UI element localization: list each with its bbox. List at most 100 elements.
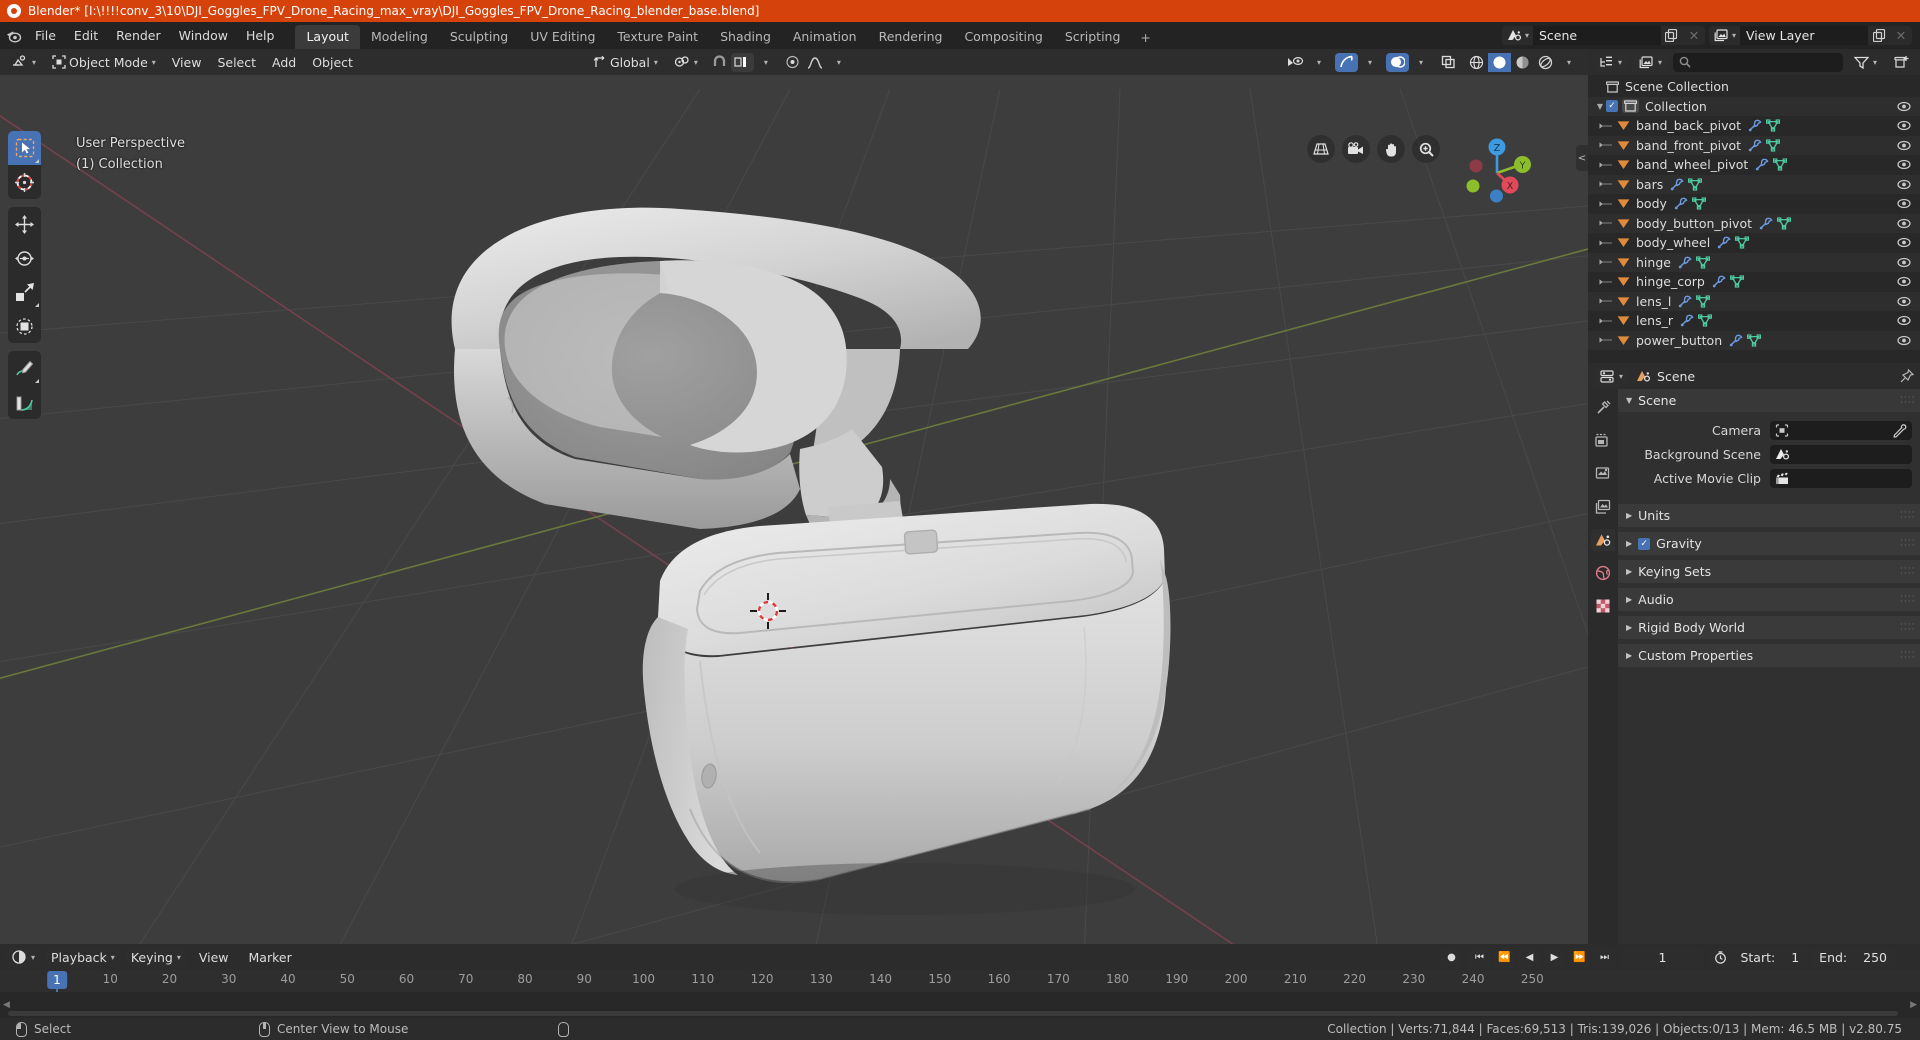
background-scene-field[interactable]	[1770, 445, 1912, 464]
blender-menu-icon[interactable]	[0, 22, 26, 49]
outliner-row-object[interactable]: power_button	[1588, 330, 1920, 350]
view-layer-selector[interactable]: ▾ View Layer ✕	[1708, 26, 1912, 45]
mesh-data-icon[interactable]	[1766, 139, 1781, 152]
outliner-row-object[interactable]: lens_r	[1588, 311, 1920, 331]
play-button[interactable]: ▶	[1543, 947, 1566, 967]
outliner-editor-type-selector[interactable]: ▾	[1593, 52, 1629, 72]
jump-to-end-button[interactable]: ⏭	[1593, 947, 1616, 967]
scroll-left-arrow[interactable]: ◀	[3, 1000, 10, 1010]
move-tool[interactable]	[8, 207, 41, 241]
3d-viewport[interactable]: ▾ Object Mode ▾ View Select Add Object G…	[0, 49, 1588, 944]
modifier-icon[interactable]	[1748, 139, 1762, 152]
modifier-icon[interactable]	[1670, 178, 1684, 191]
overlays-group[interactable]: ▾	[1386, 52, 1432, 72]
scale-tool[interactable]	[8, 275, 41, 309]
timeline-playhead[interactable]: 1	[47, 971, 67, 989]
outliner-display-mode-selector[interactable]: ▾	[1633, 52, 1669, 72]
tweak-select-tool[interactable]	[8, 131, 41, 165]
outliner-row-object[interactable]: body_button_pivot	[1588, 213, 1920, 233]
outliner-row-object[interactable]: body_wheel	[1588, 233, 1920, 253]
mesh-data-icon[interactable]	[1729, 275, 1744, 288]
grid-toggle-icon[interactable]	[1307, 135, 1335, 163]
mesh-data-icon[interactable]	[1696, 295, 1711, 308]
panel-drag-grip[interactable]: ···· ····	[1900, 536, 1914, 550]
panel-drag-grip[interactable]: ···· ····	[1900, 592, 1914, 606]
object-mode-selector[interactable]: Object Mode ▾	[46, 52, 162, 72]
chevron-down-icon[interactable]: ▾	[754, 53, 777, 72]
pin-icon[interactable]	[1900, 369, 1914, 383]
menu-help[interactable]: Help	[237, 25, 284, 47]
collection-checkbox[interactable]: ✓	[1606, 100, 1618, 113]
panel-header[interactable]: ▶ Keying Sets ···· ····	[1618, 560, 1920, 583]
magnet-icon[interactable]	[708, 53, 731, 72]
menu-edit[interactable]: Edit	[65, 25, 107, 47]
mesh-data-icon[interactable]	[1747, 334, 1762, 347]
snap-target-selector[interactable]	[730, 52, 754, 72]
panel-header[interactable]: ▶ Rigid Body World ···· ····	[1618, 616, 1920, 639]
menu-window[interactable]: Window	[170, 25, 237, 47]
filter-icon[interactable]: ▾	[1848, 53, 1883, 72]
panel-header[interactable]: ▶ Units ···· ····	[1618, 504, 1920, 527]
mesh-data-icon[interactable]	[1688, 178, 1703, 191]
outliner-row-object[interactable]: hinge_corp	[1588, 272, 1920, 292]
outliner-row-object[interactable]: band_back_pivot	[1588, 116, 1920, 136]
timeline-editor[interactable]: ▾ Playback ▾ Keying ▾ View Marker ● ⏮ ⏪ …	[0, 944, 1920, 1018]
snapping-group[interactable]: ▾	[707, 52, 777, 72]
modifier-icon[interactable]	[1678, 295, 1692, 308]
gizmo-group[interactable]: ▾	[1335, 52, 1381, 72]
new-collection-icon[interactable]	[1888, 53, 1915, 72]
modifier-icon[interactable]	[1759, 217, 1773, 230]
timeline-menu-keying[interactable]: Keying ▾	[124, 947, 187, 967]
mesh-data-icon[interactable]	[1691, 197, 1706, 210]
tab-shading[interactable]: Shading	[709, 25, 782, 49]
tab-rendering[interactable]: Rendering	[868, 25, 954, 49]
panel-header[interactable]: ▶ Custom Properties ···· ····	[1618, 644, 1920, 667]
view-layer-browse-icon[interactable]: ▾	[1708, 26, 1740, 45]
zoom-view-icon[interactable]	[1412, 135, 1440, 163]
timeline-menu-playback[interactable]: Playback ▾	[45, 947, 121, 967]
next-keyframe-button[interactable]: ⏩	[1568, 947, 1591, 967]
eyedropper-icon[interactable]	[1893, 423, 1907, 438]
mesh-data-icon[interactable]	[1735, 236, 1750, 249]
modifier-icon[interactable]	[1678, 256, 1692, 269]
panel-header[interactable]: ▶ ✓ Gravity ···· ····	[1618, 532, 1920, 555]
mesh-data-icon[interactable]	[1777, 217, 1791, 230]
modifier-icon[interactable]	[1717, 236, 1731, 249]
outliner-row-collection[interactable]: ▼ ✓ Collection	[1588, 96, 1920, 116]
show-gizmo-icon[interactable]	[1335, 52, 1358, 72]
tab-uv-editing[interactable]: UV Editing	[519, 25, 606, 49]
viewport-menu-object[interactable]: Object	[306, 52, 359, 72]
timeline-track-area[interactable]: ◀ ▶	[0, 992, 1920, 1018]
transform-tool[interactable]	[8, 309, 41, 343]
outliner-row-object[interactable]: bars	[1588, 174, 1920, 194]
panel-enable-checkbox[interactable]: ✓	[1638, 537, 1651, 550]
visibility-selector[interactable]: ▾	[1284, 52, 1330, 72]
properties-editor-type-selector[interactable]: ▾	[1594, 366, 1630, 386]
show-overlays-icon[interactable]	[1386, 52, 1409, 72]
panel-drag-grip[interactable]: ···· ····	[1900, 648, 1914, 662]
eye-icon[interactable]	[1897, 101, 1911, 112]
outliner-editor[interactable]: ▾ ▾ ▾ Scene Collection ▼ ✓ Collection ba…	[1588, 49, 1920, 363]
outliner-search-input[interactable]	[1673, 52, 1843, 72]
eye-icon[interactable]	[1897, 315, 1911, 326]
start-frame-field[interactable]: Start: 1	[1731, 947, 1809, 967]
eye-icon[interactable]	[1897, 237, 1911, 248]
output-tab[interactable]	[1591, 463, 1615, 485]
view-layer-name[interactable]: View Layer	[1740, 26, 1868, 45]
add-workspace-button[interactable]: +	[1131, 26, 1159, 49]
tab-scripting[interactable]: Scripting	[1054, 25, 1132, 49]
jump-to-start-button[interactable]: ⏮	[1468, 947, 1491, 967]
use-preview-range-icon[interactable]	[1709, 947, 1732, 967]
eye-icon[interactable]	[1897, 198, 1911, 209]
texture-tab[interactable]	[1591, 595, 1615, 617]
menu-file[interactable]: File	[26, 25, 65, 47]
timeline-menu-marker[interactable]: Marker	[241, 948, 300, 967]
camera-field[interactable]	[1770, 421, 1912, 440]
eye-icon[interactable]	[1897, 140, 1911, 151]
disclosure-triangle-open[interactable]: ▼	[1594, 102, 1606, 111]
eye-icon[interactable]	[1897, 335, 1911, 346]
shading-mode-group[interactable]: ▾	[1465, 52, 1580, 72]
mesh-data-icon[interactable]	[1698, 314, 1712, 327]
new-scene-button[interactable]	[1660, 26, 1683, 45]
mesh-data-icon[interactable]	[1773, 158, 1788, 171]
